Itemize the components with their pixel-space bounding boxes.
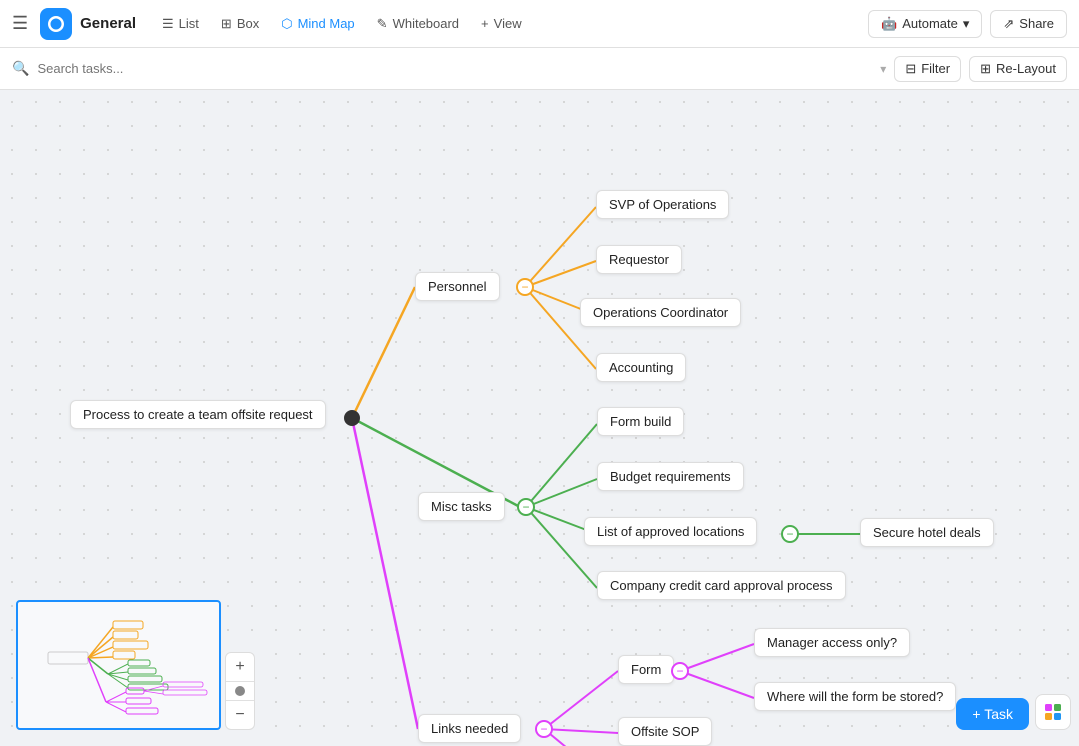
header-actions: 🤖 Automate ▾ ⇗ Share [868,10,1067,38]
header: ☰ General ☰ List ⊞ Box ⬡ Mind Map ✎ Whit… [0,0,1079,48]
zoom-divider [226,681,254,682]
budget-requirements-node[interactable]: Budget requirements [597,462,744,491]
approved-locations-connector: − [781,525,799,543]
manager-access-node[interactable]: Manager access only? [754,628,910,657]
filter-icon: ⊟ [905,61,916,77]
share-icon: ⇗ [1003,16,1014,32]
relayout-button[interactable]: ⊞ Re-Layout [969,56,1067,82]
share-button[interactable]: ⇗ Share [990,10,1067,38]
automate-dropdown-icon: ▾ [963,16,970,32]
form-node[interactable]: Form [618,655,674,684]
menu-icon[interactable]: ☰ [12,13,28,34]
search-bar: 🔍 ▾ ⊟ Filter ⊞ Re-Layout [0,48,1079,90]
zoom-in-button[interactable]: + [226,653,254,681]
automate-button[interactable]: 🤖 Automate ▾ [868,10,982,38]
search-input[interactable] [37,61,872,76]
add-view-icon: + [481,16,489,31]
tab-mindmap[interactable]: ⬡ Mind Map [271,11,364,37]
automate-icon: 🤖 [881,16,897,32]
whiteboard-icon: ✎ [377,16,388,32]
grid-icon [1044,703,1062,721]
tab-view[interactable]: + View [471,11,532,36]
credit-card-approval-node[interactable]: Company credit card approval process [597,571,846,600]
zoom-out-button[interactable]: − [226,701,254,729]
secure-hotel-deals-node[interactable]: Secure hotel deals [860,518,994,547]
add-task-button[interactable]: + Task [956,698,1029,730]
app-logo [40,8,72,40]
links-needed-connector: − [535,720,553,738]
zoom-controls: + − [225,652,255,730]
list-icon: ☰ [162,16,174,32]
tab-box[interactable]: ⊞ Box [211,11,269,37]
grid-view-button[interactable] [1035,694,1071,730]
minimap [16,600,221,730]
links-needed-node[interactable]: Links needed [418,714,521,743]
root-node[interactable]: Process to create a team offsite request [70,400,326,429]
tab-list[interactable]: ☰ List [152,11,209,37]
nav-tabs: ☰ List ⊞ Box ⬡ Mind Map ✎ Whiteboard + V… [152,11,860,37]
filter-button[interactable]: ⊟ Filter [894,56,961,82]
mindmap-canvas: Process to create a team offsite request… [0,90,1079,746]
search-right-actions: ⊟ Filter ⊞ Re-Layout [894,56,1067,82]
misc-tasks-connector: − [517,498,535,516]
offsite-sop-node[interactable]: Offsite SOP [618,717,712,746]
approved-locations-node[interactable]: List of approved locations [584,517,757,546]
root-connector [344,410,360,426]
svp-operations-node[interactable]: SVP of Operations [596,190,729,219]
misc-tasks-node[interactable]: Misc tasks [418,492,505,521]
search-icon: 🔍 [12,60,29,77]
form-stored-node[interactable]: Where will the form be stored? [754,682,956,711]
search-dropdown-icon[interactable]: ▾ [880,62,886,76]
operations-coordinator-node[interactable]: Operations Coordinator [580,298,741,327]
workspace-title: General [80,15,136,32]
personnel-node[interactable]: Personnel [415,272,500,301]
requestor-node[interactable]: Requestor [596,245,682,274]
mindmap-icon: ⬡ [281,16,292,32]
box-icon: ⊞ [221,16,232,32]
form-connector: − [671,662,689,680]
relayout-icon: ⊞ [980,61,991,77]
personnel-connector: − [516,278,534,296]
tab-whiteboard[interactable]: ✎ Whiteboard [367,11,469,37]
form-build-node[interactable]: Form build [597,407,684,436]
zoom-indicator [235,686,245,696]
accounting-node[interactable]: Accounting [596,353,686,382]
